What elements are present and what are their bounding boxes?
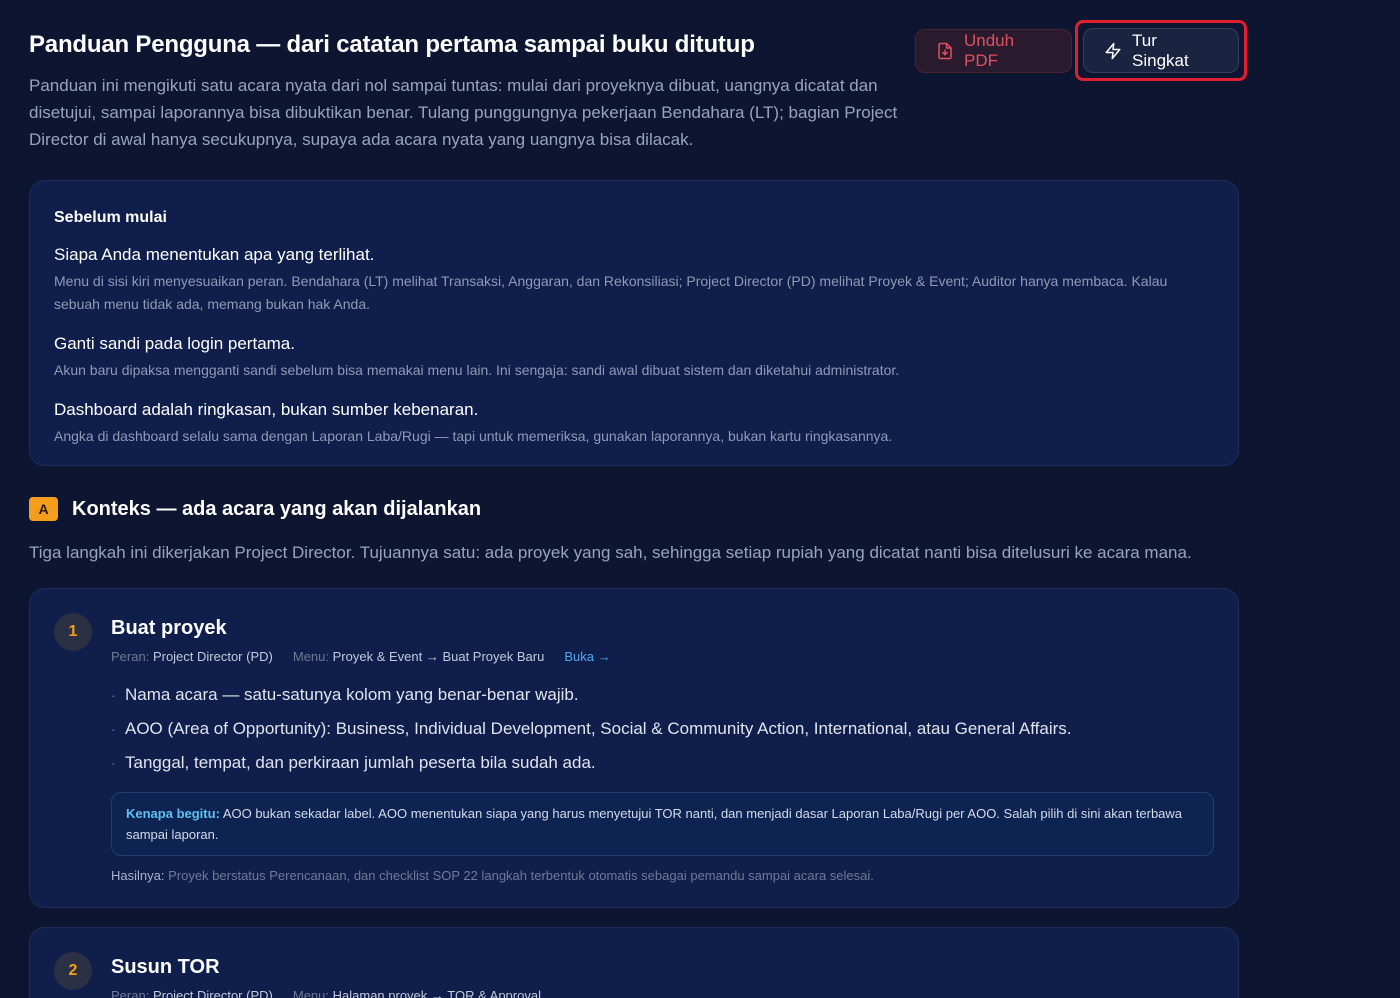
step-menu: Menu: Proyek & Event → Buat Proyek Baru [293, 649, 544, 664]
step-title: Susun TOR [111, 956, 220, 978]
intro-item: Dashboard adalah ringkasan, bukan sumber… [54, 399, 1214, 448]
before-start-heading: Sebelum mulai [54, 209, 167, 226]
result-text: Proyek berstatus Perencanaan, dan checkl… [168, 868, 874, 883]
intro-item-title: Siapa Anda menentukan apa yang terlihat. [54, 245, 375, 264]
why-text: AOO bukan sekadar label. AOO menentukan … [126, 806, 1183, 842]
before-start-card: Sebelum mulai Siapa Anda menentukan apa … [29, 180, 1239, 466]
list-item: Nama acara — satu-satunya kolom yang ben… [111, 678, 1214, 712]
step-number: 2 [54, 952, 92, 990]
intro-item: Siapa Anda menentukan apa yang terlihat.… [54, 244, 1214, 316]
quick-tour-label: Tur Singkat [1132, 30, 1189, 70]
download-pdf-label: Unduh PDF [964, 31, 1015, 70]
step-bullets: Nama acara — satu-satunya kolom yang ben… [111, 678, 1214, 780]
section-a-header: A Konteks — ada acara yang akan dijalank… [29, 497, 481, 521]
result-label: Hasilnya: [111, 868, 165, 883]
user-guide-page: Panduan Pengguna — dari catatan pertama … [0, 0, 1400, 998]
role-value: Project Director (PD) [152, 649, 273, 664]
quick-tour-button[interactable]: Tur Singkat [1083, 28, 1239, 73]
role-label: Peran: [111, 649, 150, 664]
menu-value: Proyek & Event → Buat Proyek Baru [332, 649, 545, 664]
section-description: Tiga langkah ini dikerjakan Project Dire… [29, 543, 1192, 562]
section-badge: A [29, 497, 58, 521]
role-value: Project Director (PD) [152, 988, 273, 998]
page-title: Panduan Pengguna — dari catatan pertama … [29, 31, 755, 58]
step-number: 1 [54, 613, 92, 651]
page-description: Panduan ini mengikuti satu acara nyata d… [29, 76, 898, 149]
download-pdf-button[interactable]: Unduh PDF [915, 29, 1072, 73]
intro-item-body: Angka di dashboard selalu sama dengan La… [54, 428, 893, 444]
step-meta: Peran: Project Director (PD) Menu: Proye… [111, 649, 1214, 664]
section-title: Konteks — ada acara yang akan dijalankan [72, 497, 482, 520]
list-item: AOO (Area of Opportunity): Business, Ind… [111, 712, 1214, 746]
menu-label: Menu: [292, 988, 329, 998]
step-result: Hasilnya: Proyek berstatus Perencanaan, … [111, 868, 1214, 883]
menu-label: Menu: [292, 649, 329, 664]
intro-item-title: Dashboard adalah ringkasan, bukan sumber… [54, 400, 479, 419]
intro-item: Ganti sandi pada login pertama. Akun bar… [54, 333, 1214, 382]
step-menu: Menu: Halaman proyek → TOR & Approval [293, 988, 541, 998]
menu-value: Halaman proyek → TOR & Approval [332, 988, 541, 998]
intro-item-title: Ganti sandi pada login pertama. [54, 334, 295, 353]
step-title: Buat proyek [111, 617, 227, 639]
open-link[interactable]: Buka → [564, 649, 610, 664]
step-card: 2 Susun TOR Peran: Project Director (PD)… [29, 927, 1239, 998]
intro-item-body: Menu di sisi kiri menyesuaikan peran. Be… [54, 273, 1168, 312]
lightning-icon [1105, 42, 1121, 59]
list-item: Tanggal, tempat, dan perkiraan jumlah pe… [111, 746, 1214, 780]
why-callout: Kenapa begitu: AOO bukan sekadar label. … [111, 792, 1214, 856]
file-download-icon [938, 42, 952, 60]
role-label: Peran: [111, 988, 150, 998]
tour-button-highlight: Tur Singkat [1075, 20, 1247, 81]
intro-item-body: Akun baru dipaksa mengganti sandi sebelu… [54, 362, 900, 378]
page-header: Panduan Pengguna — dari catatan pertama … [29, 30, 909, 153]
why-label: Kenapa begitu: [126, 806, 220, 821]
step-role: Peran: Project Director (PD) [111, 988, 273, 998]
step-meta: Peran: Project Director (PD) Menu: Halam… [111, 988, 1214, 998]
step-role: Peran: Project Director (PD) [111, 649, 273, 664]
step-card: 1 Buat proyek Peran: Project Director (P… [29, 588, 1239, 908]
